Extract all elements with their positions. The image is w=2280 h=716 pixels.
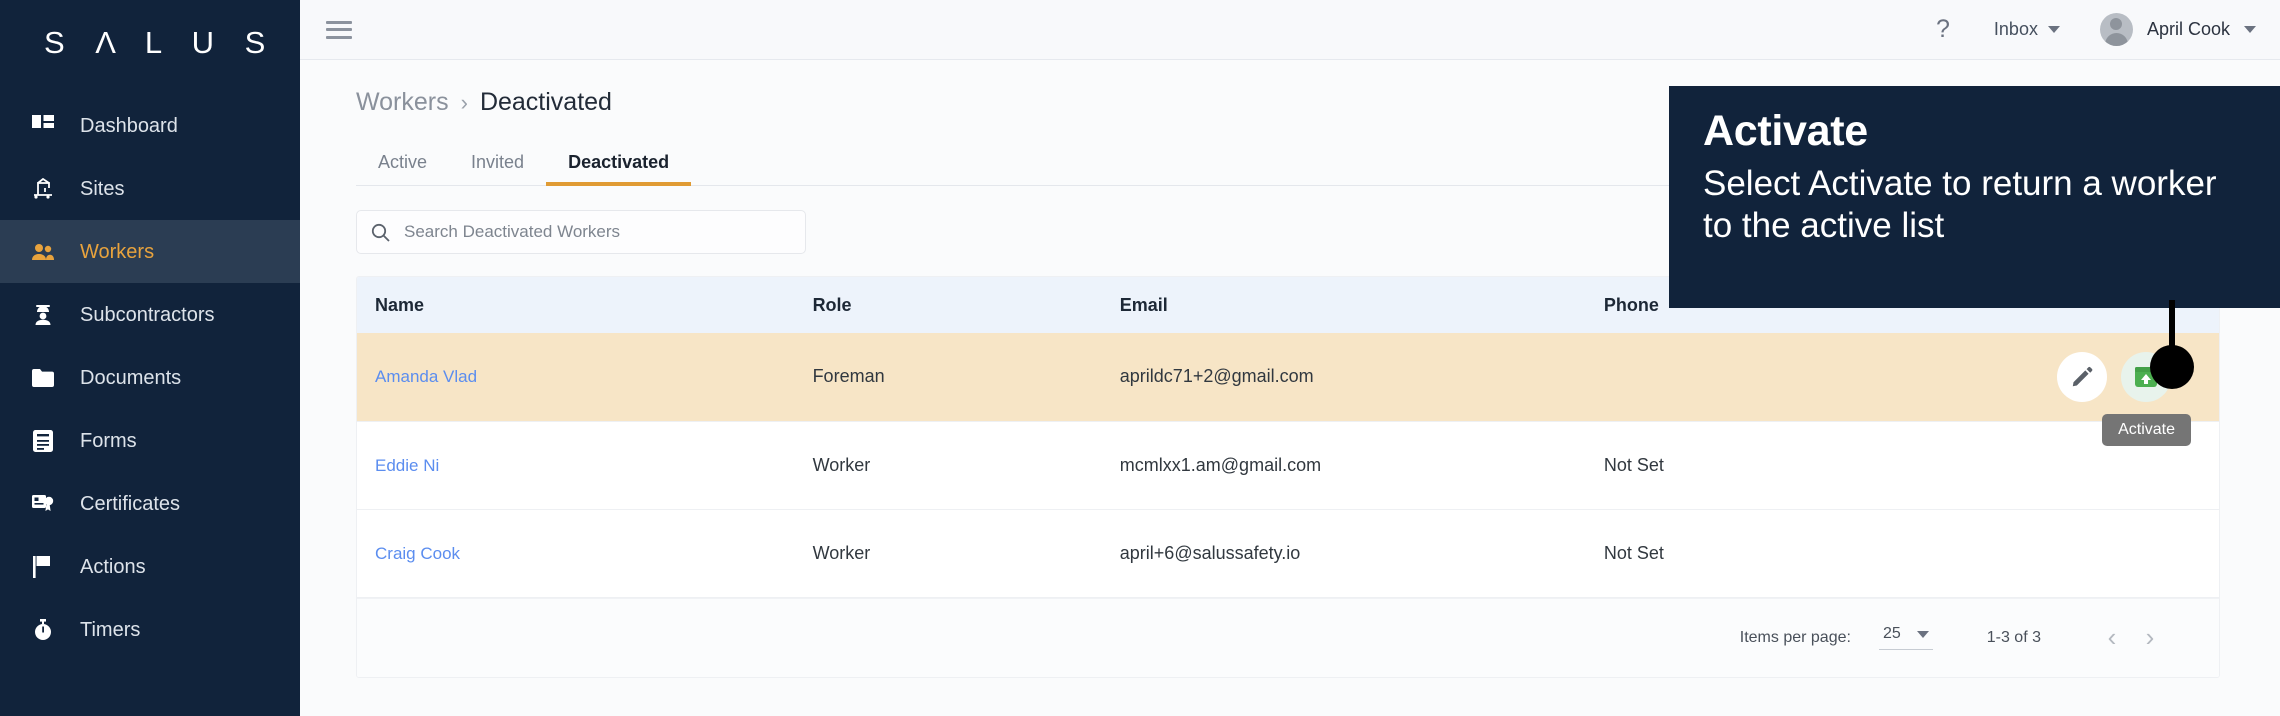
sidebar-item-forms[interactable]: Forms	[0, 409, 300, 472]
tab-invited[interactable]: Invited	[449, 152, 546, 185]
user-name: April Cook	[2146, 19, 2230, 39]
crane-icon	[28, 174, 58, 204]
coach-title: Activate	[1703, 107, 1868, 155]
hamburger-icon[interactable]	[326, 20, 352, 39]
worker-name-link[interactable]: Amanda Vlad	[375, 367, 477, 386]
sidebar-item-documents[interactable]: Documents	[0, 346, 300, 409]
sidebar-nav: Dashboard Sites Workers Subcontractors D…	[0, 94, 300, 661]
table-row[interactable]: Craig Cook Worker april+6@salussafety.io…	[357, 509, 2219, 597]
sidebar-item-dashboard[interactable]: Dashboard	[0, 94, 300, 157]
cell-phone	[1586, 333, 1921, 421]
items-per-page-value: 25	[1882, 625, 1901, 642]
cell-phone: Not Set	[1603, 454, 1664, 475]
sidebar-item-label: Documents	[80, 366, 182, 389]
cell-email: april+6@salussafety.io	[1119, 542, 1301, 563]
edit-icon	[2072, 366, 2093, 386]
column-header-name[interactable]: Name	[357, 277, 795, 333]
chevron-down-icon	[2244, 26, 2256, 33]
cell-role: Foreman	[812, 366, 885, 387]
coach-pointer-dot	[2150, 345, 2194, 389]
coach-overlay: Activate Select Activate to return a wor…	[1669, 86, 2280, 308]
form-icon	[28, 426, 58, 456]
sidebar-item-label: Actions	[80, 555, 146, 578]
edit-button[interactable]	[2057, 351, 2107, 402]
sidebar-item-sites[interactable]: Sites	[0, 157, 300, 220]
hardhat-person-icon	[28, 300, 58, 330]
search-icon	[371, 223, 390, 242]
chevron-down-icon	[1916, 630, 1929, 638]
table-row[interactable]: Eddie Ni Worker mcmlxx1.am@gmail.com Not…	[357, 421, 2219, 509]
dashboard-icon	[28, 111, 58, 141]
user-avatar-icon	[2099, 13, 2133, 46]
activate-tooltip: Activate	[2102, 413, 2191, 446]
breadcrumb-parent[interactable]: Workers	[356, 88, 449, 117]
search-box[interactable]	[356, 210, 806, 254]
user-menu[interactable]: April Cook	[2099, 13, 2256, 46]
sidebar-item-label: Timers	[80, 618, 141, 641]
cell-actions	[1921, 509, 2219, 597]
table-body: Amanda Vlad Foreman aprildc71+2@gmail.co…	[357, 333, 2219, 597]
table-row[interactable]: Amanda Vlad Foreman aprildc71+2@gmail.co…	[357, 333, 2219, 446]
cell-role: Worker	[812, 454, 871, 475]
topbar: ? Inbox April Cook	[300, 0, 2280, 60]
page-range-label: 1-3 of 3	[1986, 628, 2041, 646]
cell-name: Craig Cook	[357, 509, 795, 597]
sidebar: S Λ L U S Dashboard Sites Workers Subcon…	[0, 0, 300, 716]
sidebar-item-label: Certificates	[80, 492, 181, 515]
sidebar-item-certificates[interactable]: Certificates	[0, 472, 300, 535]
cell-role: Worker	[812, 542, 871, 563]
cell-email: aprildc71+2@gmail.com	[1119, 366, 1314, 387]
page-title: Deactivated	[479, 88, 612, 116]
certificate-icon	[28, 489, 58, 519]
sidebar-item-timers[interactable]: Timers	[0, 598, 300, 661]
sidebar-item-workers[interactable]: Workers	[0, 220, 300, 283]
question-mark-icon[interactable]: ?	[1936, 17, 1950, 42]
tab-deactivated[interactable]: Deactivated	[546, 152, 692, 186]
inbox-menu[interactable]: Inbox	[1994, 19, 2060, 40]
chevron-left-icon[interactable]: ‹	[2093, 619, 2131, 657]
workers-table-card: Name Role Email Phone Amanda Vlad Forema…	[356, 276, 2220, 678]
sidebar-item-subcontractors[interactable]: Subcontractors	[0, 283, 300, 346]
timer-icon	[28, 615, 58, 645]
items-per-page-select[interactable]: 25	[1878, 625, 1933, 650]
worker-name-link[interactable]: Craig Cook	[375, 544, 460, 563]
brand-logo[interactable]: S Λ L U S	[0, 0, 300, 86]
workers-table: Name Role Email Phone Amanda Vlad Forema…	[357, 277, 2219, 598]
column-header-role[interactable]: Role	[794, 277, 1102, 333]
flag-icon	[28, 552, 58, 582]
worker-name-link[interactable]: Eddie Ni	[375, 456, 439, 475]
column-header-email[interactable]: Email	[1101, 277, 1586, 333]
cell-phone: Not Set	[1603, 542, 1664, 563]
folder-icon	[28, 363, 58, 393]
breadcrumb-separator-icon: ›	[460, 89, 468, 115]
sidebar-item-label: Subcontractors	[80, 303, 215, 326]
sidebar-item-label: Forms	[80, 429, 137, 452]
search-input[interactable]	[402, 221, 791, 243]
paginator: Items per page: 25 1-3 of 3 ‹ ›	[357, 597, 2219, 677]
inbox-label: Inbox	[1993, 19, 2038, 39]
coach-body: Select Activate to return a worker to th…	[1703, 164, 2217, 245]
sidebar-item-actions[interactable]: Actions	[0, 535, 300, 598]
chevron-down-icon	[2047, 26, 2060, 33]
sidebar-item-label: Sites	[80, 177, 125, 200]
cell-name: Amanda Vlad	[357, 333, 795, 421]
tab-active[interactable]: Active	[356, 152, 449, 185]
sidebar-item-label: Workers	[80, 240, 155, 263]
sidebar-item-label: Dashboard	[80, 114, 178, 137]
brand-name: S Λ L U S	[44, 25, 277, 60]
chevron-right-icon[interactable]: ›	[2131, 619, 2169, 657]
items-per-page-label: Items per page:	[1739, 628, 1851, 646]
cell-name: Eddie Ni	[357, 421, 795, 509]
cell-email: mcmlxx1.am@gmail.com	[1119, 454, 1322, 475]
workers-icon	[28, 237, 58, 267]
app-root: S Λ L U S Dashboard Sites Workers Subcon…	[0, 0, 2280, 716]
